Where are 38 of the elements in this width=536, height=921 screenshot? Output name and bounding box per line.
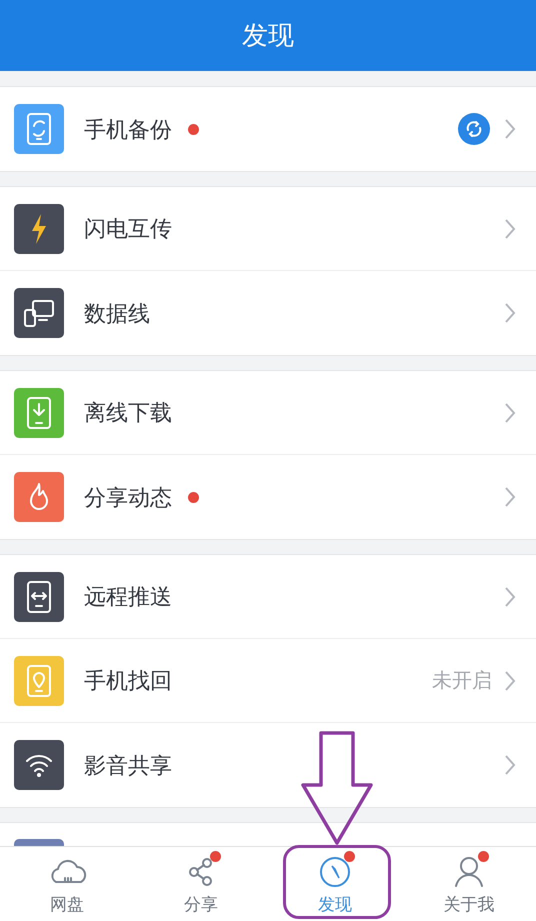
row-label: 分享动态 [84,484,172,512]
status-text: 未开启 [432,668,492,694]
chevron-icon [504,670,516,692]
row-label: 离线下载 [84,399,172,427]
flame-icon [14,472,64,522]
row-label: 远程推送 [84,583,172,611]
download-icon [14,388,64,438]
tab[interactable]: 网盘 [0,847,134,921]
phone-arrows-icon [14,572,64,622]
row-label: 手机备份 [84,116,172,144]
page-title: 发现 [242,19,294,52]
chevron-icon [504,118,516,140]
menu-row[interactable]: 手机备份 [0,87,536,171]
lightning-icon [14,204,64,254]
menu-row[interactable]: 影音共享 [0,723,536,807]
chevron-icon [504,402,516,424]
phone-pin-icon [14,656,64,706]
menu-row[interactable]: 远程推送 [0,555,536,639]
menu-row[interactable]: 离线下载 [0,371,536,455]
devices-icon [14,288,64,338]
tab[interactable]: 分享 [134,847,268,921]
chevron-icon [504,486,516,508]
chevron-icon [504,302,516,324]
menu-row[interactable]: 手机找回 未开启 [0,639,536,723]
chevron-icon [504,218,516,240]
row-label: 手机找回 [84,667,172,695]
row-label: 影音共享 [84,752,172,780]
menu-row[interactable]: 闪电互传 [0,187,536,271]
row-label: 数据线 [84,300,150,328]
row-label: 闪电互传 [84,215,172,243]
chevron-icon [504,586,516,608]
sync-icon [458,113,490,145]
wifi-icon [14,740,64,790]
phone-sync-icon [14,104,64,154]
chevron-icon [504,754,516,776]
menu-row[interactable]: 数据线 [0,271,536,355]
menu-row[interactable]: 分享动态 [0,455,536,539]
tab[interactable]: 关于我 [402,847,536,921]
